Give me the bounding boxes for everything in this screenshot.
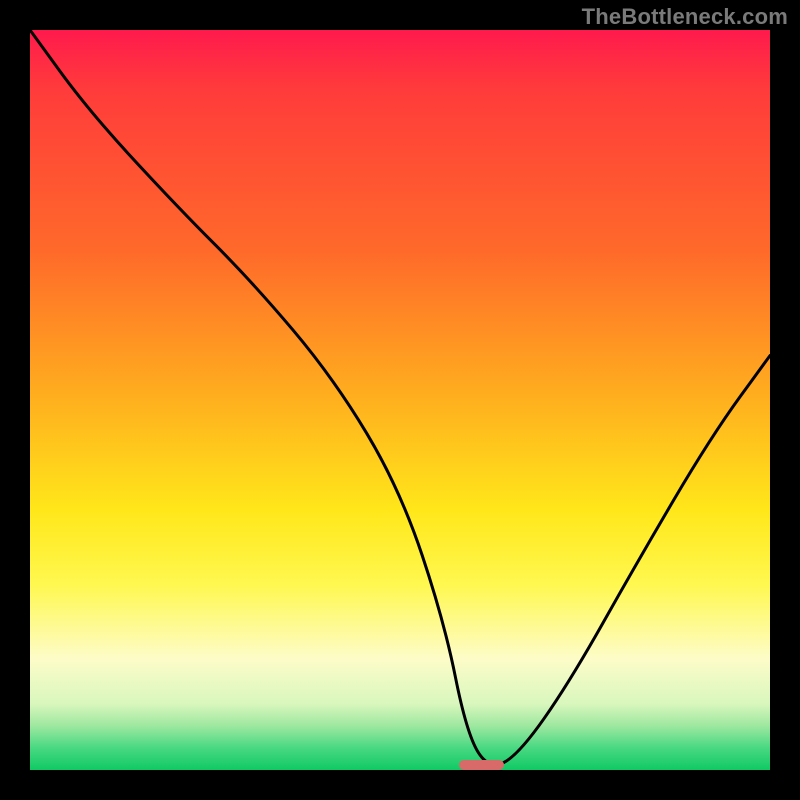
optimum-marker xyxy=(459,760,503,770)
plot-area xyxy=(30,30,770,770)
watermark-text: TheBottleneck.com xyxy=(582,4,788,30)
curve-svg xyxy=(30,30,770,770)
bottleneck-curve xyxy=(30,30,770,765)
chart-container: TheBottleneck.com xyxy=(0,0,800,800)
